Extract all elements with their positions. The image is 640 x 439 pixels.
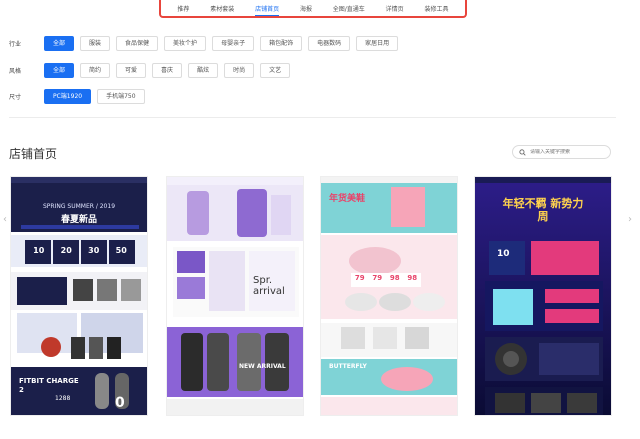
filter-chip-size[interactable]: 手机端750: [97, 89, 145, 104]
coupon-value: 30: [88, 246, 100, 255]
card-2-subtitle: NEW ARRIVAL: [239, 363, 286, 370]
template-preview-image: [321, 177, 457, 415]
filter-chip-industry[interactable]: 箱包配饰: [260, 36, 303, 51]
filter-label-size: 尺寸: [9, 94, 22, 101]
price-value: 79: [372, 274, 383, 282]
card-1-subtitle: 春夏新品: [60, 215, 97, 225]
filter-chip-style[interactable]: 简约: [80, 63, 111, 78]
card-2-headline: Spr. arrival: [253, 275, 285, 297]
card-1-promo: FITBIT CHARGE 2: [19, 377, 79, 394]
search-input[interactable]: [530, 149, 610, 155]
card-3-promo: BUTTERFLY: [329, 363, 367, 370]
filter-chip-style[interactable]: 全部: [44, 63, 75, 78]
filter-chip-style[interactable]: 酷炫: [188, 63, 219, 78]
card-4-headline: 年轻不羁 新势力周: [502, 197, 584, 223]
tab-0[interactable]: 推荐: [177, 4, 189, 13]
filter-chip-style[interactable]: 可爱: [116, 63, 147, 78]
price-value: 79: [354, 274, 365, 282]
card-1-price: 1288: [55, 395, 71, 402]
search-box[interactable]: [512, 145, 611, 159]
template-card-1[interactable]: SPRING SUMMER / 2019 春夏新品 10 20 30 50 FI…: [10, 176, 148, 416]
section-title: 店铺首页: [9, 147, 58, 161]
filter-chip-industry[interactable]: 食品保健: [116, 36, 159, 51]
card-3-headline: 年货美鞋: [329, 194, 366, 204]
filter-chip-industry[interactable]: 服装: [80, 36, 111, 51]
card-4-num: 10: [497, 249, 510, 259]
filter-chip-style[interactable]: 时尚: [224, 63, 255, 78]
filter-chip-size[interactable]: PC端1920: [44, 89, 92, 104]
filter-chip-style[interactable]: 文艺: [260, 63, 291, 78]
tab-1[interactable]: 素材套装: [210, 4, 234, 13]
filter-chip-style[interactable]: 喜庆: [152, 63, 183, 78]
filter-chip-industry[interactable]: 全部: [44, 36, 75, 51]
filter-label-industry: 行业: [9, 41, 22, 48]
tab-3[interactable]: 海报: [300, 4, 312, 13]
coupon-value: 10: [33, 246, 45, 255]
filter-label-style: 风格: [9, 68, 22, 75]
template-card-4[interactable]: 年轻不羁 新势力周 10: [474, 176, 612, 416]
tab-5[interactable]: 详情页: [386, 4, 404, 13]
template-card-3[interactable]: 年货美鞋 79 79 98 98 BUTTERFLY: [320, 176, 458, 416]
coupon-value: 20: [60, 246, 72, 255]
divider: [9, 117, 616, 118]
coupon-value: 50: [115, 246, 127, 255]
filter-chip-industry[interactable]: 美妆个护: [164, 36, 207, 51]
card-1-coupons: 10 20 30 50: [25, 246, 135, 255]
price-value: 98: [389, 274, 400, 282]
filter-row-size: 尺寸 PC端1920 手机端750: [9, 89, 151, 104]
filter-row-style: 风格 全部 简约 可爱 喜庆 酷炫 时尚 文艺: [9, 63, 296, 78]
filter-row-industry: 行业 全部 服装 食品保健 美妆个护 母婴亲子 箱包配饰 电器数码 家居日用: [9, 36, 404, 51]
price-value: 98: [407, 274, 418, 282]
card-1-headline: SPRING SUMMER / 2019: [42, 203, 116, 210]
template-card-2[interactable]: Spr. arrival NEW ARRIVAL: [166, 176, 304, 416]
filter-chip-industry[interactable]: 家居日用: [356, 36, 399, 51]
filter-chip-industry[interactable]: 母婴亲子: [212, 36, 255, 51]
search-icon: [519, 148, 526, 156]
category-tabbar: 推荐 素材套装 店铺首页 海报 全图/直通车 详情页 装修工具: [159, 0, 467, 18]
carousel-prev-icon[interactable]: ‹: [3, 214, 7, 225]
card-3-prices: 79 79 98 98: [351, 274, 421, 282]
tab-4[interactable]: 全图/直通车: [333, 4, 365, 13]
carousel-next-icon[interactable]: ›: [628, 214, 632, 225]
tab-2[interactable]: 店铺首页: [255, 4, 280, 16]
filter-chip-industry[interactable]: 电器数码: [308, 36, 351, 51]
card-1-digit: 0: [115, 395, 125, 411]
tab-6[interactable]: 装修工具: [424, 4, 448, 13]
